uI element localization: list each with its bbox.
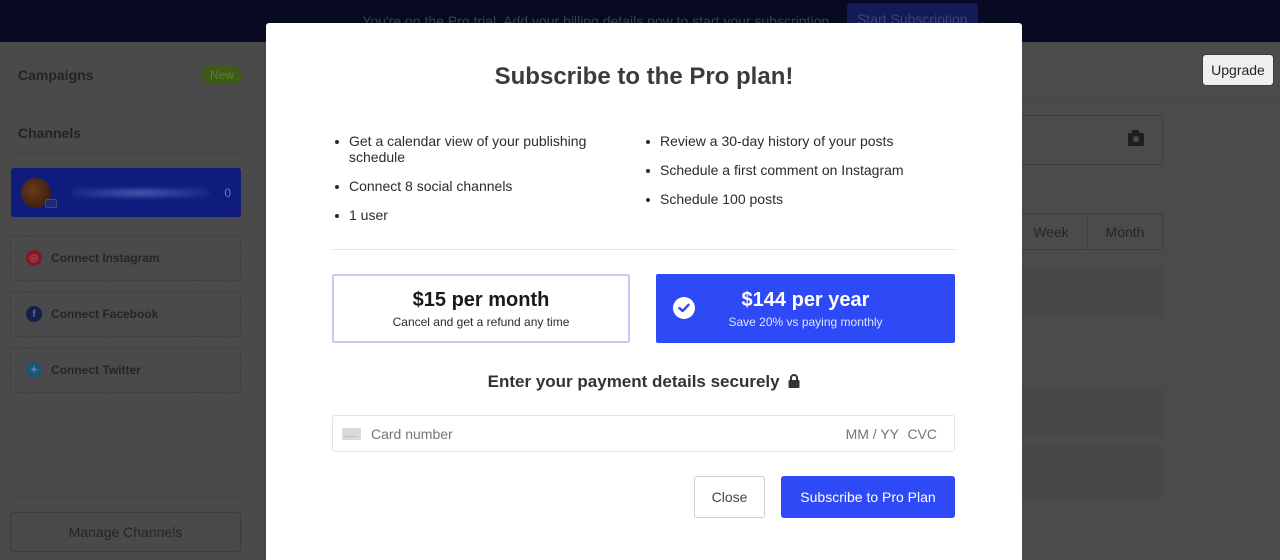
active-channel-card[interactable]: 0 [11, 168, 241, 217]
subscribe-modal: Subscribe to the Pro plan! Get a calenda… [266, 23, 1022, 560]
campaigns-label: Campaigns [18, 67, 94, 83]
subscribe-button[interactable]: Subscribe to Pro Plan [781, 476, 955, 518]
feature-item: Schedule a first comment on Instagram [644, 162, 944, 178]
channels-label: Channels [18, 125, 82, 141]
sidebar-item-campaigns[interactable]: Campaigns New [18, 66, 242, 84]
close-button[interactable]: Close [694, 476, 765, 518]
features-list-right: Review a 30-day history of your posts Sc… [644, 133, 944, 220]
modal-title: Subscribe to the Pro plan! [494, 63, 794, 90]
features-list-left: Get a calendar view of your publishing s… [333, 133, 623, 236]
plan-price: $144 per year [741, 288, 870, 311]
payment-heading: Enter your payment details securely [266, 372, 1022, 393]
channel-name-redacted [71, 188, 211, 197]
plan-subtitle: Save 20% vs paying monthly [728, 314, 883, 329]
payment-heading-text: Enter your payment details securely [487, 372, 780, 391]
card-details-field[interactable] [332, 415, 955, 452]
channel-network-icon [45, 198, 57, 208]
calendar-slot[interactable] [1000, 266, 1163, 318]
new-badge: New [201, 66, 242, 84]
instagram-icon: ◎ [26, 250, 42, 266]
connect-instagram-label: Connect Instagram [51, 251, 160, 265]
plan-price: $15 per month [412, 288, 550, 311]
card-number-input[interactable] [371, 425, 837, 442]
manage-channels-button[interactable]: Manage Channels [10, 512, 241, 552]
lock-icon [788, 373, 800, 393]
feature-item: Get a calendar view of your publishing s… [333, 133, 623, 165]
plan-subtitle: Cancel and get a refund any time [392, 314, 570, 329]
credit-card-icon [342, 427, 361, 440]
feature-item: Review a 30-day history of your posts [644, 133, 944, 149]
connect-facebook-button[interactable]: f Connect Facebook [10, 291, 241, 337]
post-composer[interactable] [1000, 115, 1163, 165]
connect-facebook-label: Connect Facebook [51, 307, 159, 321]
card-expiry-input[interactable] [837, 425, 899, 442]
connect-twitter-button[interactable]: ✦ Connect Twitter [10, 347, 241, 393]
upgrade-button[interactable]: Upgrade [1202, 54, 1274, 86]
channels-header: Channels [18, 125, 242, 141]
sidebar: Campaigns New Channels 0 ◎ Connect Insta… [0, 42, 265, 560]
sidebar-bottom-divider [10, 497, 242, 498]
card-cvc-input[interactable] [905, 425, 937, 442]
sidebar-divider [10, 152, 242, 153]
view-month-button[interactable]: Month [1088, 214, 1162, 249]
check-circle-icon [673, 297, 695, 319]
calendar-view-toggle: Week Month [1000, 213, 1163, 250]
connect-instagram-button[interactable]: ◎ Connect Instagram [10, 235, 241, 281]
plan-option-yearly[interactable]: $144 per year Save 20% vs paying monthly [656, 274, 955, 343]
modal-divider [332, 249, 956, 250]
camera-icon[interactable] [1128, 130, 1144, 146]
plan-option-monthly[interactable]: $15 per month Cancel and get a refund an… [332, 274, 630, 343]
feature-item: Connect 8 social channels [333, 178, 623, 194]
channel-post-count: 0 [224, 185, 231, 200]
feature-item: Schedule 100 posts [644, 191, 944, 207]
calendar-slot[interactable] [1000, 387, 1163, 438]
header-divider [1022, 97, 1280, 98]
feature-item: 1 user [333, 207, 623, 223]
calendar-slot[interactable] [1000, 446, 1163, 498]
facebook-icon: f [26, 306, 42, 322]
channel-avatar [21, 177, 57, 208]
twitter-icon: ✦ [26, 362, 42, 378]
connect-twitter-label: Connect Twitter [51, 363, 141, 377]
